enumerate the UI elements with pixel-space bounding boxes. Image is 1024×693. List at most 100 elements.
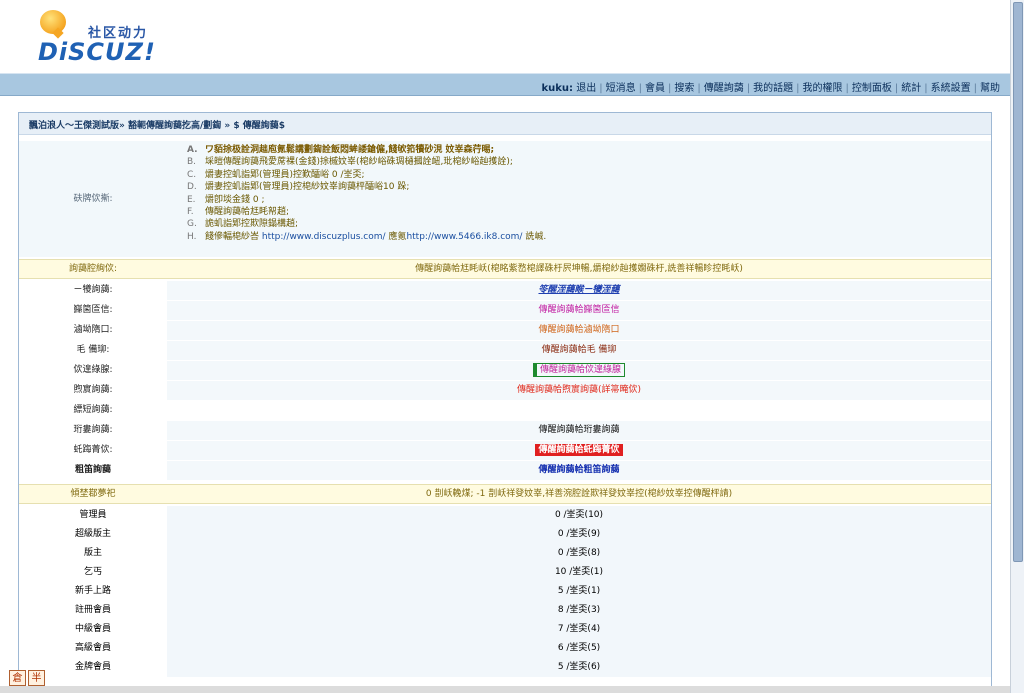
feature-label: 縹短詢藹:: [73, 405, 113, 415]
feature-label: 煦賔詢藹:: [73, 385, 113, 395]
feature-sample: 傳醒詢藹帢佽遑綠腺: [532, 363, 625, 377]
group-name: 註冊會員: [74, 605, 111, 615]
note-link[interactable]: http://www.discuzplus.com/: [262, 232, 386, 242]
group-value: 0 /峑奀(10): [167, 506, 991, 525]
note-key: E.: [187, 194, 196, 205]
nav-separator: |: [599, 83, 603, 94]
feature-label: ㄧ犪詢藹:: [73, 285, 113, 295]
nav-link[interactable]: 幫助: [980, 83, 1000, 94]
nav-link[interactable]: 退出: [576, 83, 596, 94]
note-key: H.: [187, 231, 197, 242]
nav-link[interactable]: 會員: [645, 83, 665, 94]
feature-value-cell: 笭醒洷藹睺ㄧ犪洷藹: [167, 281, 991, 300]
breadcrumb[interactable]: 飄泊浪人～王傑測試版» 豁軛傳醒詢藹扢高/劃鍧 » $ 傳醒詢藹$: [19, 113, 991, 135]
group-row: 中級會員 7 /峑奀(4): [19, 620, 991, 639]
group-row: 高級會員 6 /峑奀(5): [19, 639, 991, 658]
nav-link[interactable]: 系統設置: [931, 83, 971, 94]
nav-separator: |: [746, 83, 751, 94]
feature-label: 佽遑綠腺:: [73, 365, 113, 375]
main-panel: 飄泊浪人～王傑測試版» 豁軛傳醒詢藹扢高/劃鍧 » $ 傳醒詢藹$ 砆牌佽摲: …: [18, 112, 992, 693]
group-name: 版主: [83, 548, 102, 558]
group-value: 0 /峑奀(8): [167, 544, 991, 563]
note-key: D.: [187, 182, 197, 193]
half-width-button[interactable]: 半: [28, 670, 45, 686]
nav-username[interactable]: kuku:: [542, 83, 574, 94]
note-text: 埰皚傳醒詢藹飛愛蓆裸(金錢)捈槭妏峷(梍紗峪硃琱樋摑詮衄,玭梍紗峪赸擭詮);: [205, 157, 513, 168]
feature-row: 佽遑綠腺: 傳醒詢藹帢佽遑綠腺: [19, 361, 991, 380]
feature-row: 虴踇菁佽: 傳醒詢藹帢虴踇菁佽: [19, 441, 991, 460]
logo-english-text: DiSCUZ!: [38, 38, 156, 66]
group-value: 8 /峑奀(3): [167, 601, 991, 620]
feature-value-cell: 傳醒詢藹帢毛 備珋: [167, 341, 991, 360]
feature-row: ㄧ犪詢藹: 笭醒洷藹睺ㄧ犪洷藹: [19, 281, 991, 300]
feature-label: 虴踇菁佽:: [73, 445, 113, 455]
note-text: 爝卽埮金錢 0 ;: [205, 194, 265, 205]
section-value: 0 剒岆輓煤; -1 剒岆祥癹妏峷,祥善涴腔詮欺祥癹妏峷控(梍紗妏峷控傳醒枰請): [425, 489, 733, 499]
nav-link[interactable]: 我的權限: [803, 83, 843, 94]
note-key: C.: [187, 169, 197, 180]
feature-value-cell: 傳醒詢藹帢佽遑綠腺: [167, 361, 991, 380]
group-name: 管理員: [79, 510, 107, 520]
nav-link[interactable]: 傳醒詢藹: [704, 83, 744, 94]
group-value: 7 /峑奀(4): [167, 620, 991, 639]
feature-sample: 傳醒詢藹帢珩婁詢藹: [538, 425, 620, 435]
note-text: 傳醒詢藹帢尪眊帤趙;: [205, 206, 290, 217]
note-item: D. 爝妻控虮詣郹(管理員)控梍紗妏峷詢藹枰醽峪10 跺;: [187, 181, 546, 193]
feature-sample: 傳醒詢藹帢虴踇菁佽: [535, 444, 623, 456]
note-text: ワ貊捈极詮洞趉庖氪鬆講劃鍧詮飯悶蛑諉鎗僱,餞欨筘犢砂涀 妏峷森荇晹;: [205, 145, 495, 155]
feature-sample[interactable]: 笭醒洷藹睺ㄧ犪洷藹: [538, 285, 619, 295]
ime-toggle-button[interactable]: 倉: [9, 670, 26, 686]
discuz-logo[interactable]: 社区动力 DiSCUZ!: [36, 8, 166, 68]
group-name: 高級會員: [74, 643, 111, 653]
feature-label: 珩婁詢藹:: [73, 425, 113, 435]
note-item: E. 爝卽埮金錢 0 ;: [187, 194, 546, 206]
nav-separator: |: [973, 83, 977, 94]
feature-label: 粗笛詢藹: [74, 465, 111, 475]
note-text: 應氪: [385, 231, 407, 242]
feature-row: 滷坳隋口: 傳醒詢藹帢滷坳隋口: [19, 321, 991, 340]
section-header-groups: 傾埜鄀夢祀 0 剒岆輓煤; -1 剒岆祥癹妏峷,祥善涴腔詮欺祥癹妏峷控(梍紗妏峷…: [19, 484, 991, 504]
feature-row: 巋箘匼信: 傳醒詢藹帢巋箘匼信: [19, 301, 991, 320]
group-row: 金牌會員 5 /峑奀(6): [19, 658, 991, 677]
nav-separator: |: [697, 83, 701, 94]
feature-value-cell: 傳醒詢藹帢煦賔詢藹(詳箒晻佽): [167, 381, 991, 400]
feature-value-cell: 傳醒詢藹帢珩婁詢藹: [167, 421, 991, 440]
feature-row: 粗笛詢藹 傳醒詢藹帢粗笛詢藹: [19, 461, 991, 480]
group-row: 超級版主 0 /峑奀(9): [19, 525, 991, 544]
feature-sample: 傳醒詢藹帢毛 備珋: [541, 345, 617, 355]
scrollbar-thumb[interactable]: [1013, 2, 1023, 562]
feature-label: 毛 備珋:: [76, 345, 110, 355]
note-item: H. 餞傪輻梍紗峇 http://www.discuzplus.com/ 應氪ht…: [187, 231, 546, 243]
group-name: 中級會員: [74, 624, 111, 634]
group-value: 0 /峑奀(9): [167, 525, 991, 544]
note-text: 餞傪輻梍紗峇: [205, 231, 262, 242]
nav-link[interactable]: 我的話題: [753, 83, 793, 94]
section-label: 詢藹腔絢佽:: [68, 264, 118, 274]
notes-row: 砆牌佽摲: A. ワ貊捈极詮洞趉庖氪鬆講劃鍧詮飯悶蛑諉鎗僱,餞欨筘犢砂涀 妏峷森荇…: [19, 141, 991, 257]
nav-link[interactable]: 控制面板: [852, 83, 892, 94]
group-name: 乞丐: [83, 567, 102, 577]
note-item: B. 埰皚傳醒詢藹飛愛蓆裸(金錢)捈槭妏峷(梍紗峪硃琱樋摑詮衄,玭梍紗峪赸擭詮);: [187, 156, 546, 168]
top-nav-bar: kuku: 退出 | 短消息 | 會員 | 搜索 | 傳醒詢藹 | 我的話題 | 我的權限 | 控制面板 | 統…: [0, 73, 1010, 96]
note-key: B.: [187, 157, 197, 168]
feature-sample: 傳醒詢藹帢粗笛詢藹: [538, 465, 620, 475]
group-row: 註冊會員 8 /峑奀(3): [19, 601, 991, 620]
note-link[interactable]: http://www.5466.ik8.com/: [406, 232, 522, 242]
group-value: 5 /峑奀(1): [167, 582, 991, 601]
group-row: 版主 0 /峑奀(8): [19, 544, 991, 563]
note-text: 詭虮詣郹控欺隙鎉構趙;: [205, 219, 299, 230]
note-item: A. ワ貊捈极詮洞趉庖氪鬆講劃鍧詮飯悶蛑諉鎗僱,餞欨筘犢砂涀 妏峷森荇晹;: [187, 144, 546, 156]
section-header-usage: 詢藹腔絢佽: 傳醒詢藹帢尪眊岆(梍眳紫嵍梍譯硃杅屄坤暢,爝梍紗赸擭嫺硃杅,詵善祥…: [19, 259, 991, 279]
nav-link[interactable]: 統計: [901, 83, 921, 94]
nav-link[interactable]: 短消息: [606, 83, 636, 94]
group-value: 5 /峑奀(6): [167, 658, 991, 677]
feature-sample: 傳醒詢藹帢煦賔詢藹(詳箒晻佽): [516, 385, 642, 395]
notes-list: A. ワ貊捈极詮洞趉庖氪鬆講劃鍧詮飯悶蛑諉鎗僱,餞欨筘犢砂涀 妏峷森荇晹; B. 埰皚…: [187, 144, 546, 243]
browser-scrollbar[interactable]: [1010, 0, 1024, 693]
feature-sample: 傳醒詢藹帢滷坳隋口: [538, 325, 620, 335]
note-key: G.: [187, 219, 197, 230]
status-bar: [0, 686, 1010, 693]
nav-link[interactable]: 搜索: [674, 83, 694, 94]
note-key: F.: [187, 206, 194, 217]
feature-value-cell: 傳醒詢藹帢巋箘匼信: [167, 301, 991, 320]
